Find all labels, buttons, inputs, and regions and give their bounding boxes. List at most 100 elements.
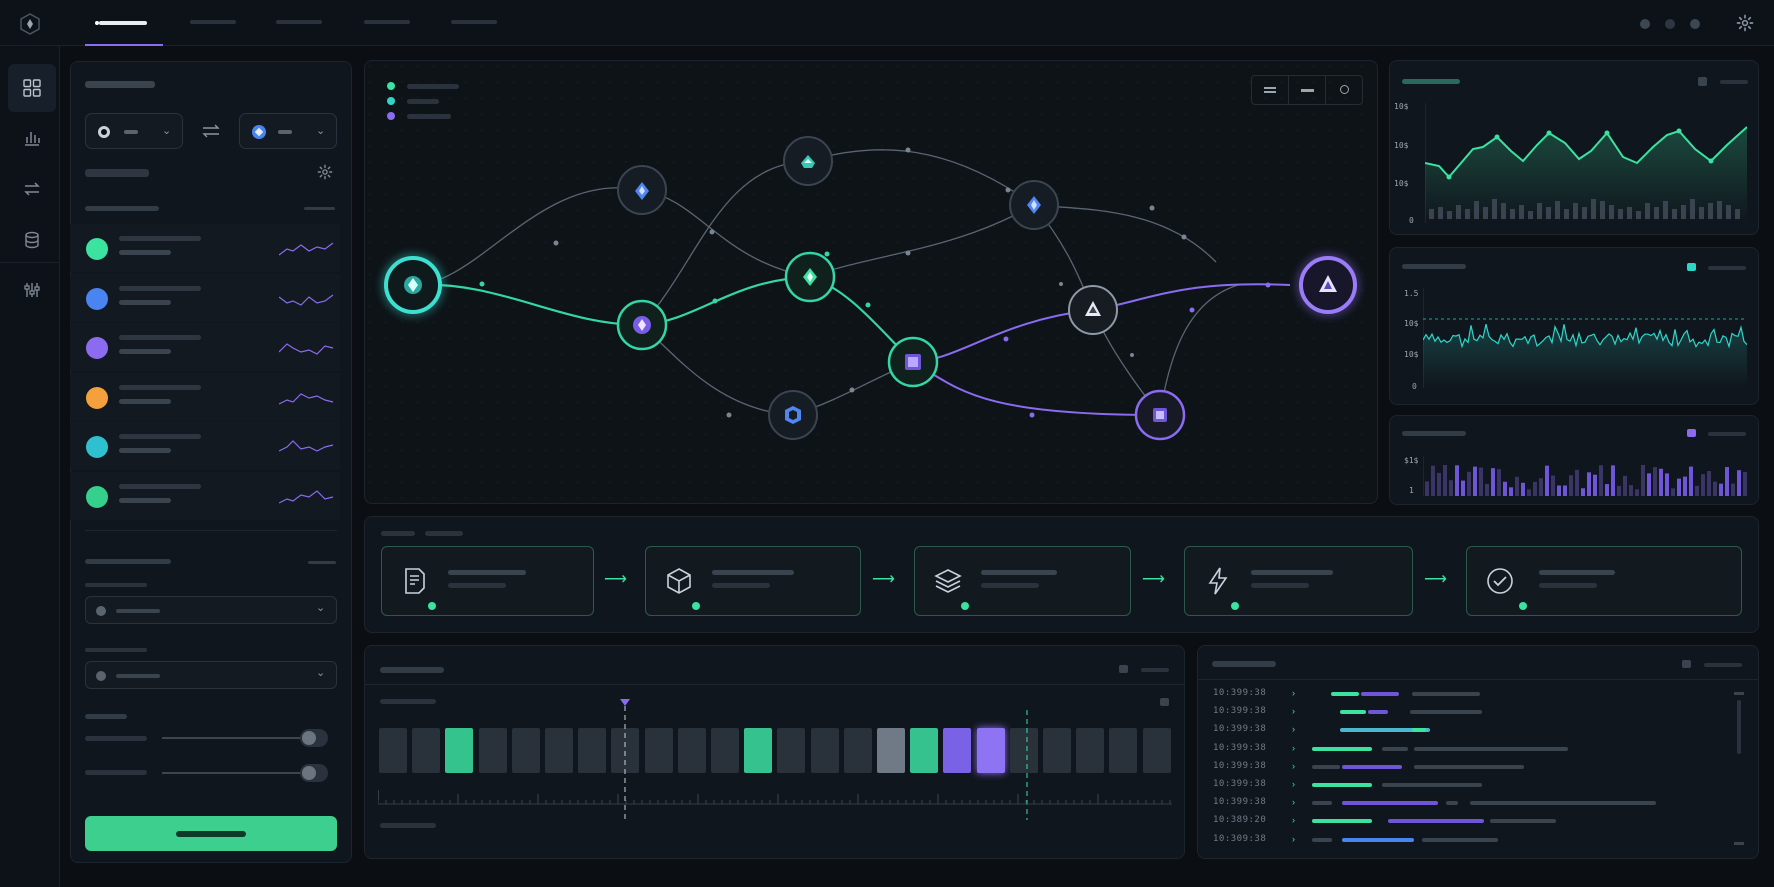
chart-title [1402, 431, 1466, 436]
pipeline-stage-request[interactable] [381, 546, 594, 616]
status-dot-1[interactable] [1640, 19, 1650, 29]
node-i [1134, 389, 1186, 441]
status-dot-3[interactable] [1690, 19, 1700, 29]
route-dropdown[interactable]: ⌄ [85, 661, 337, 689]
volume-bar [1617, 485, 1621, 496]
node-source [381, 253, 445, 317]
volume-bar [1719, 483, 1723, 496]
asset-row[interactable] [70, 273, 340, 322]
camera-icon[interactable] [1119, 665, 1128, 673]
volume-bar [1671, 488, 1675, 496]
volume-bar [1461, 480, 1465, 496]
pipeline-stage-confirm[interactable] [1466, 546, 1742, 616]
deadline-slider[interactable] [162, 772, 310, 774]
pipeline-stage-bundle[interactable] [914, 546, 1131, 616]
route-graph [365, 61, 1377, 503]
volume-bar [1467, 471, 1471, 496]
asset-row[interactable] [70, 224, 340, 272]
log-arrow-icon: › [1292, 688, 1295, 698]
settings-heading [85, 559, 171, 564]
sidebar-title [85, 81, 155, 88]
lightning-icon [1203, 563, 1233, 599]
legend-swatch [1687, 263, 1696, 271]
log-arrow-icon: › [1292, 815, 1295, 826]
tab-3[interactable] [276, 20, 324, 26]
asset-row[interactable] [70, 372, 340, 421]
slider-knob[interactable] [300, 764, 328, 782]
camera-icon[interactable] [1682, 660, 1691, 668]
volume-bar [1683, 476, 1687, 496]
swap-icon [24, 182, 40, 196]
tab-5[interactable] [451, 20, 499, 26]
asset-row[interactable] [70, 422, 340, 470]
log-title [1212, 661, 1276, 667]
sparkline [279, 392, 334, 405]
slider-label [85, 770, 147, 775]
volume-bar [1575, 469, 1579, 496]
volume-bar [1701, 474, 1705, 496]
rail-sliders-button[interactable] [8, 266, 56, 314]
asset-row[interactable] [70, 323, 340, 371]
slippage-slider[interactable] [162, 737, 310, 739]
rail-chart-button[interactable] [8, 114, 56, 162]
rail-database-button[interactable] [8, 216, 56, 264]
node-c [783, 136, 833, 186]
log-timestamp: 10:389:20 [1213, 815, 1267, 826]
volume-bar [1431, 465, 1435, 496]
network-dropdown[interactable]: ⌄ [85, 596, 337, 624]
volume-bar [1473, 466, 1477, 496]
volume-bar [1689, 466, 1693, 496]
scroll-down-marker[interactable] [1734, 842, 1744, 845]
log-scrollbar[interactable] [1737, 700, 1741, 754]
y-tick: 10$ [1404, 319, 1419, 328]
to-token-select[interactable]: ⌄ [239, 113, 337, 149]
list-header [85, 206, 159, 211]
sparkline [279, 242, 334, 256]
node-f [887, 336, 939, 388]
volume-bar [1599, 465, 1603, 496]
tab-2[interactable] [190, 20, 238, 26]
dropdown-label [85, 648, 147, 652]
chevron-down-icon: ⌄ [316, 667, 326, 679]
volume-bar [1557, 485, 1561, 496]
hexagon-logo-icon[interactable] [18, 12, 42, 36]
grid-icon [23, 79, 41, 97]
submit-button[interactable] [85, 816, 337, 851]
slider-label [85, 736, 147, 741]
volume-bar [1725, 467, 1729, 496]
arrow-right-icon: ⟶ [872, 571, 895, 588]
gear-icon[interactable] [1736, 14, 1754, 32]
chart-meta [1720, 80, 1748, 84]
tab-4[interactable] [364, 20, 412, 26]
expand-icon[interactable] [1698, 77, 1707, 86]
log-timestamp: 10:399:38 [1213, 688, 1267, 698]
slider-knob[interactable] [300, 729, 328, 747]
asset-row[interactable] [70, 471, 340, 520]
pipeline-title [381, 531, 415, 536]
asset-token-icon [86, 436, 108, 458]
node-a [617, 165, 667, 215]
volume-bar [1587, 472, 1591, 496]
status-dot-2[interactable] [1665, 19, 1675, 29]
pipeline-stage-execute[interactable] [1184, 546, 1413, 616]
timeline-footer-label [380, 823, 436, 828]
volume-bar [1521, 482, 1525, 496]
log-arrow-icon: › [1292, 760, 1295, 771]
tab-overview[interactable] [85, 0, 163, 46]
from-token-select[interactable]: ⌄ [85, 113, 183, 149]
log-line: 10:399:38 › [1213, 724, 1713, 738]
volatility-chart-panel: 1.5 10$ 10$ 0 [1389, 247, 1759, 405]
swap-arrows-icon[interactable] [201, 123, 221, 139]
pipeline-stage-build[interactable] [645, 546, 861, 616]
log-line: 10:399:38 › [1213, 688, 1713, 702]
rail-swap-button[interactable] [8, 165, 56, 213]
log-meta [1704, 663, 1742, 667]
volume-bar [1731, 483, 1735, 496]
volume-bar [1677, 478, 1681, 496]
scroll-up-marker[interactable] [1734, 692, 1744, 695]
log-divider [1198, 679, 1758, 680]
log-arrow-icon: › [1292, 742, 1295, 753]
settings-gear-icon[interactable] [317, 164, 333, 180]
rail-grid-button[interactable] [8, 64, 56, 112]
sparkline [279, 440, 334, 452]
